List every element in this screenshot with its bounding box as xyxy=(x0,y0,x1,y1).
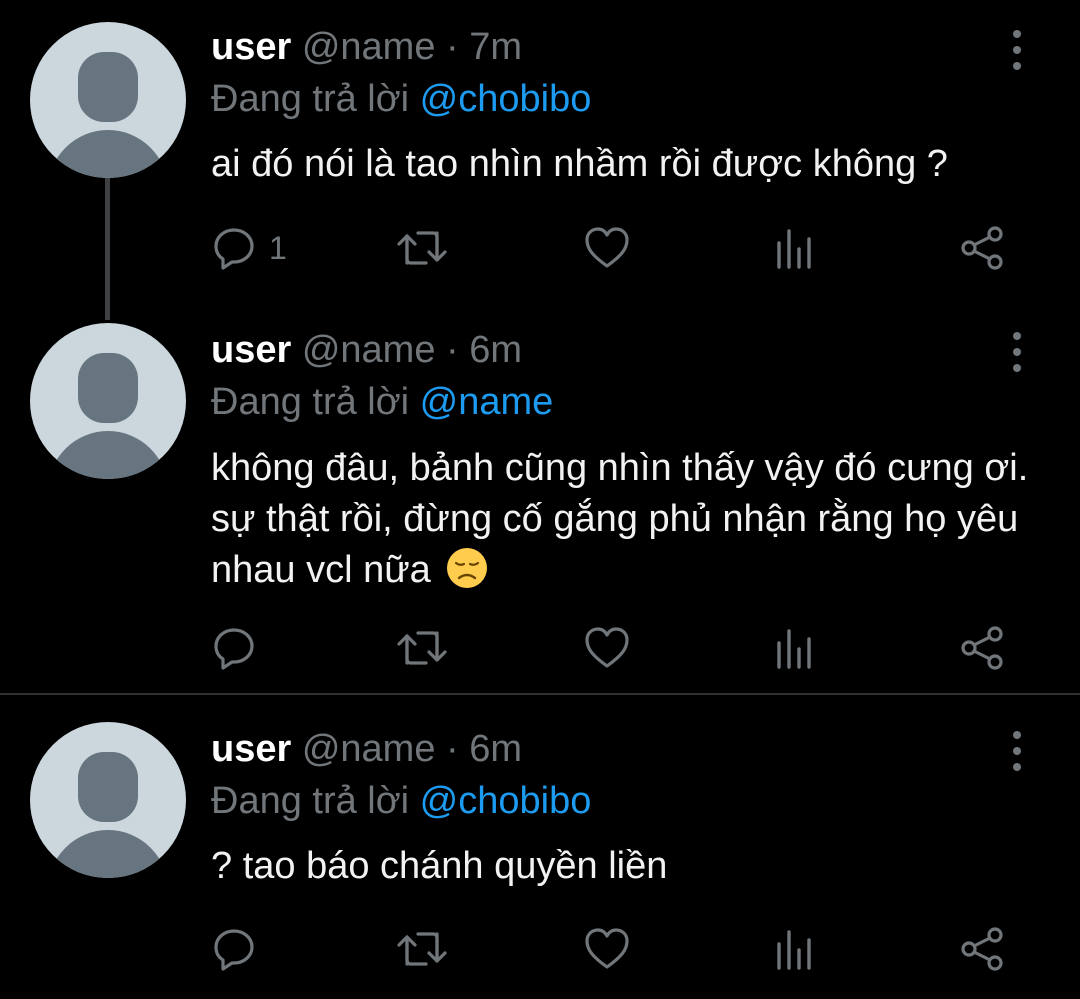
tweet-text: ai đó nói là tao nhìn nhầm rồi được khôn… xyxy=(211,143,948,185)
like-button[interactable] xyxy=(583,223,631,273)
analytics-button[interactable] xyxy=(773,223,815,273)
share-icon xyxy=(961,226,1003,270)
tweet-header: user @name · 6m xyxy=(211,328,522,372)
replying-to: Đang trả lời @name xyxy=(211,380,553,424)
analytics-icon xyxy=(777,930,811,970)
avatar[interactable] xyxy=(30,722,186,878)
disappointed-face-emoji-icon xyxy=(447,548,488,588)
user-name[interactable]: user xyxy=(211,26,291,68)
timestamp[interactable]: 6m xyxy=(469,728,522,770)
avatar-head-shape xyxy=(78,52,138,122)
tweet-header: user @name · 7m xyxy=(211,25,522,69)
user-name[interactable]: user xyxy=(211,329,291,371)
mention-link[interactable]: @chobibo xyxy=(420,78,592,120)
mention-link[interactable]: @chobibo xyxy=(420,780,592,822)
avatar[interactable] xyxy=(30,323,186,479)
more-options-icon xyxy=(1013,731,1021,739)
reply-count: 1 xyxy=(269,229,287,266)
separator-dot: · xyxy=(446,26,459,68)
like-button[interactable] xyxy=(583,924,631,974)
more-options-button[interactable] xyxy=(1000,330,1034,374)
analytics-button[interactable] xyxy=(773,623,815,673)
avatar-head-shape xyxy=(78,353,138,423)
tweet-text-body: không đâu, bảnh cũng nhìn thấy vậy đó cư… xyxy=(211,447,1029,591)
retweet-button[interactable] xyxy=(396,223,448,273)
retweet-button[interactable] xyxy=(396,623,448,673)
retweet-icon xyxy=(397,231,447,265)
tweet-actions xyxy=(211,924,1021,974)
heart-icon xyxy=(585,227,629,268)
replying-to-label: Đang trả lời xyxy=(211,381,410,423)
share-icon xyxy=(961,626,1003,670)
reply-icon xyxy=(214,929,254,971)
analytics-icon xyxy=(777,629,811,669)
more-options-icon xyxy=(1013,30,1021,38)
more-options-icon xyxy=(1013,332,1021,340)
more-options-button[interactable] xyxy=(1000,729,1034,773)
mention-link[interactable]: @name xyxy=(420,381,554,423)
replying-to: Đang trả lời @chobibo xyxy=(211,779,591,823)
reply-icon xyxy=(214,228,254,270)
tweet-header: user @name · 6m xyxy=(211,727,522,771)
reply-button[interactable] xyxy=(211,623,269,673)
tweet-text: ? tao báo chánh quyền liền xyxy=(211,845,668,887)
tweet-text: không đâu, bảnh cũng nhìn thấy vậy đó cư… xyxy=(211,443,1061,596)
retweet-icon xyxy=(397,631,447,665)
share-button[interactable] xyxy=(959,623,1007,673)
user-handle[interactable]: @name xyxy=(302,728,436,770)
reply-icon xyxy=(214,628,254,670)
timestamp[interactable]: 6m xyxy=(469,329,522,371)
timestamp[interactable]: 7m xyxy=(469,26,522,68)
avatar[interactable] xyxy=(30,22,186,178)
like-button[interactable] xyxy=(583,623,631,673)
separator-dot: · xyxy=(446,728,459,770)
analytics-icon xyxy=(777,229,811,269)
share-button[interactable] xyxy=(959,924,1007,974)
reply-button[interactable]: 1 xyxy=(211,223,287,273)
user-handle[interactable]: @name xyxy=(302,26,436,68)
thread-connector-line xyxy=(105,178,110,320)
avatar-body-shape xyxy=(48,130,168,178)
retweet-button[interactable] xyxy=(396,924,448,974)
tweet-actions xyxy=(211,623,1021,673)
avatar-head-shape xyxy=(78,752,138,822)
tweet-divider xyxy=(0,693,1080,695)
share-icon xyxy=(961,927,1003,971)
separator-dot: · xyxy=(446,329,459,371)
analytics-button[interactable] xyxy=(773,924,815,974)
replying-to-label: Đang trả lời xyxy=(211,780,410,822)
more-options-button[interactable] xyxy=(1000,28,1034,72)
reply-button[interactable] xyxy=(211,924,269,974)
heart-icon xyxy=(585,627,629,668)
retweet-icon xyxy=(397,932,447,966)
avatar-body-shape xyxy=(48,431,168,479)
user-name[interactable]: user xyxy=(211,728,291,770)
avatar-body-shape xyxy=(48,830,168,878)
replying-to-label: Đang trả lời xyxy=(211,78,410,120)
share-button[interactable] xyxy=(959,223,1007,273)
tweet-actions: 1 xyxy=(211,223,1021,273)
heart-icon xyxy=(585,928,629,969)
user-handle[interactable]: @name xyxy=(302,329,436,371)
replying-to: Đang trả lời @chobibo xyxy=(211,77,591,121)
